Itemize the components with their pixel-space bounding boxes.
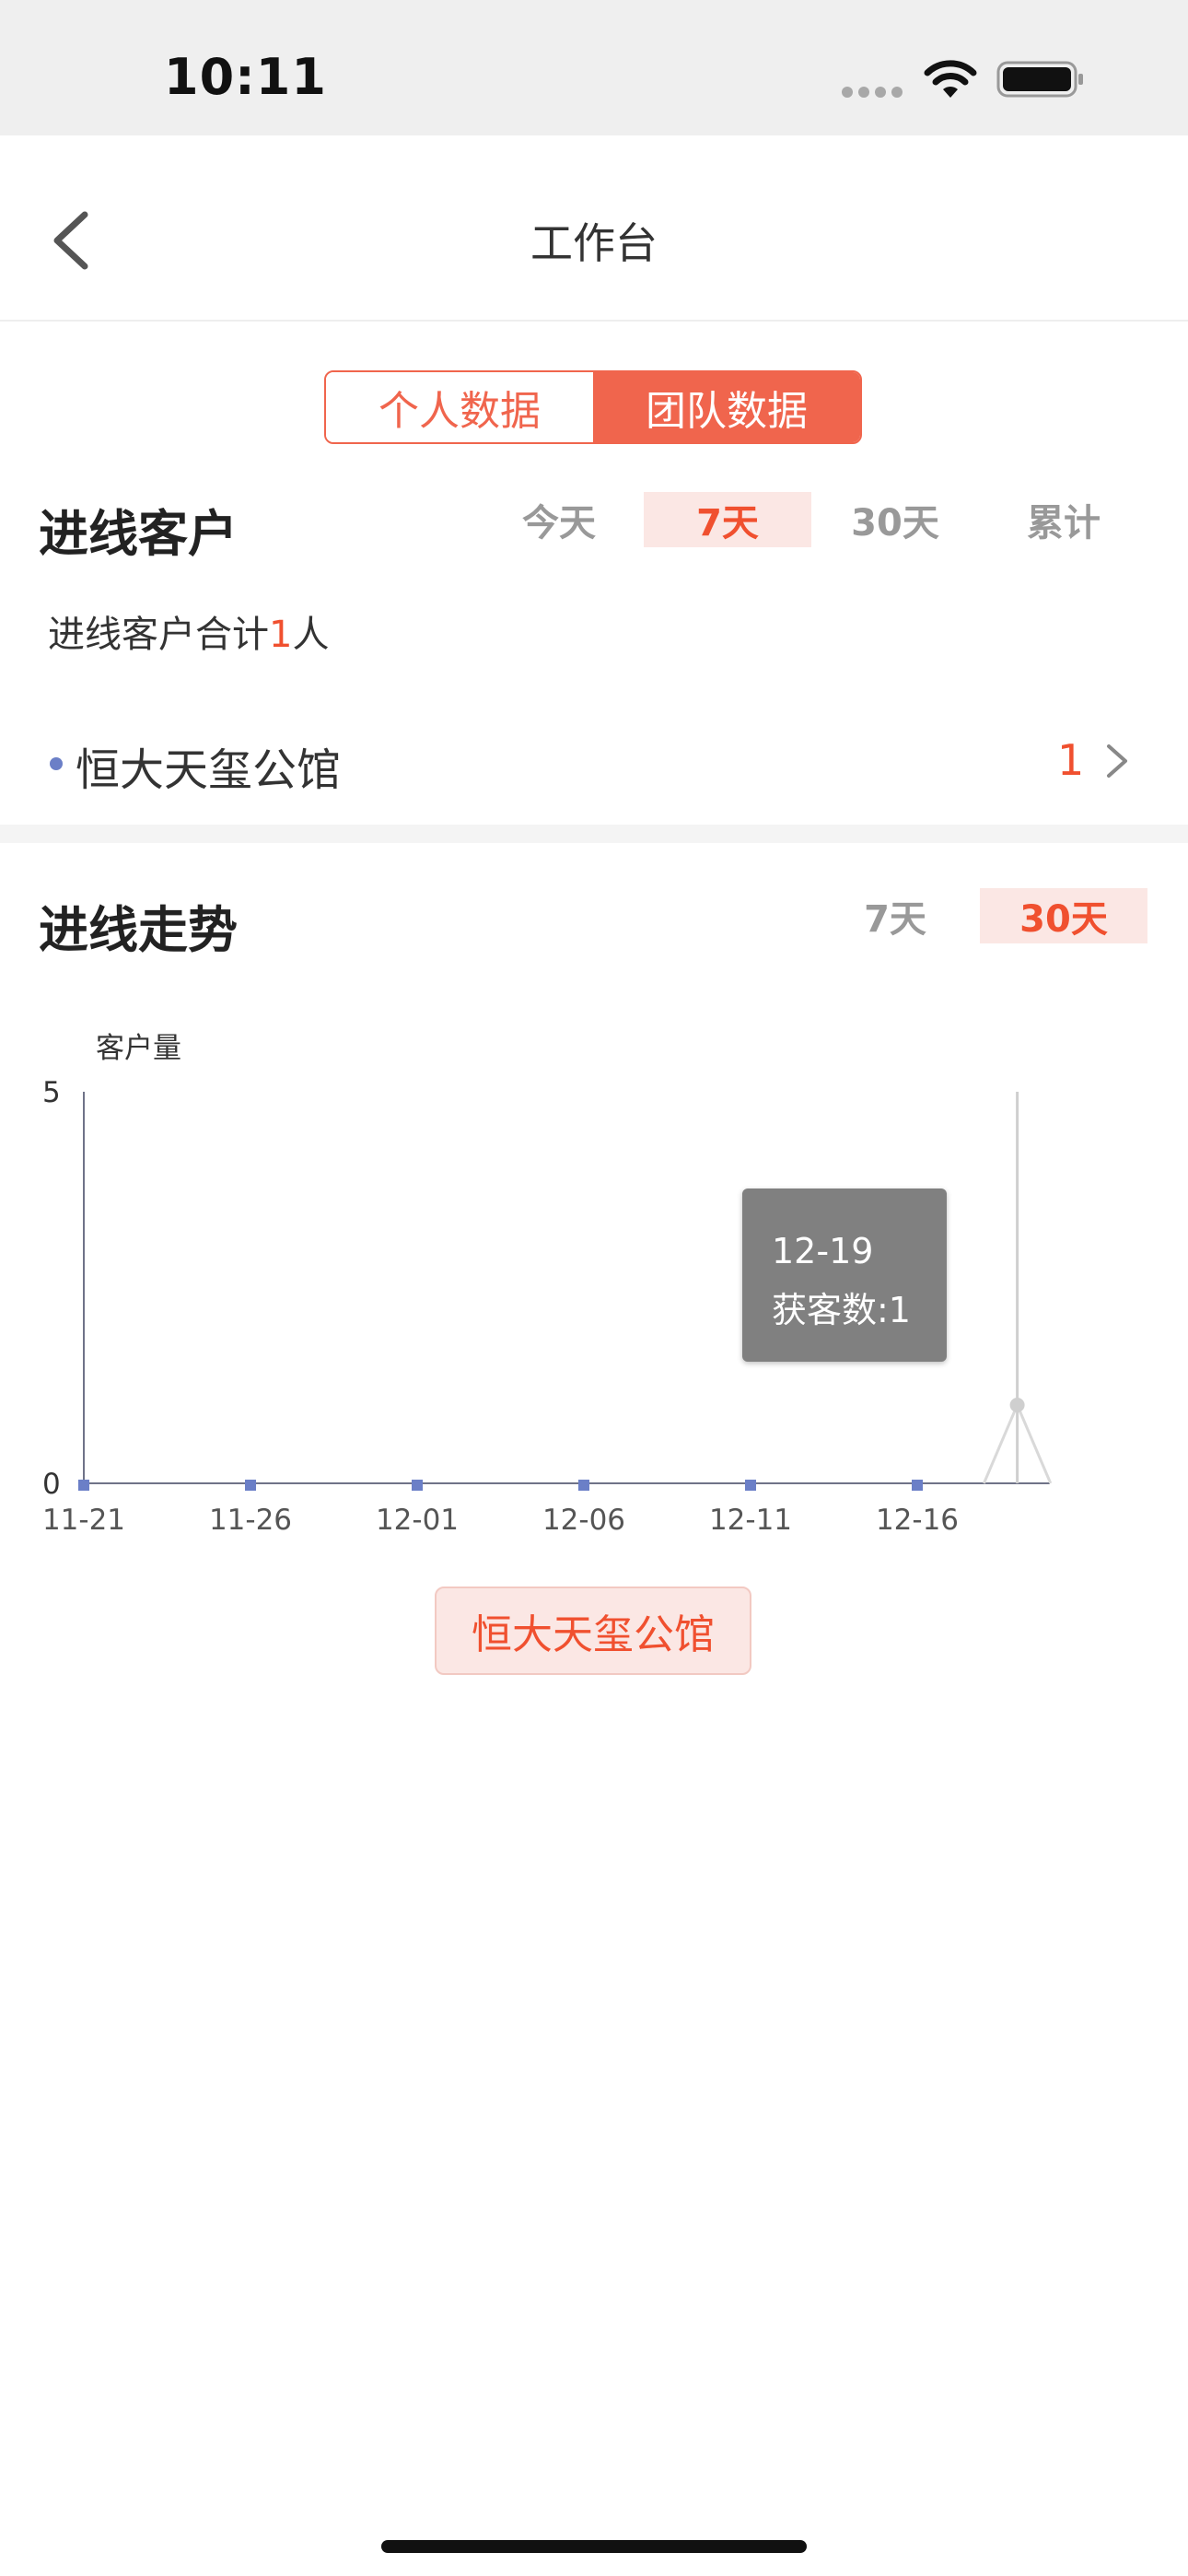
inbound-total-prefix: 进线客户合计 (48, 614, 269, 656)
tooltip-date: 12-19 (772, 1231, 874, 1271)
section-divider (0, 825, 1188, 843)
page-title: 工作台 (530, 218, 658, 268)
tab-personal-data[interactable]: 个人数据 (326, 372, 593, 442)
wifi-icon (924, 60, 977, 98)
range-tab-30days[interactable]: 30天 (811, 492, 979, 547)
x-tick-marker (578, 1480, 589, 1491)
trend-line-chart: 客户量 0 5 11-21 11-26 12-01 12-06 12-11 12-16 (42, 1032, 1053, 1537)
y-tick-label: 0 (42, 1468, 61, 1501)
data-scope-segment: 个人数据 团队数据 (324, 370, 862, 444)
project-name: 恒大天玺公馆 (76, 744, 342, 796)
tab-team-data[interactable]: 团队数据 (593, 372, 860, 442)
chart-tooltip: 12-19 获客数:1 (742, 1188, 947, 1362)
inbound-total-count: 1 (269, 614, 293, 656)
x-tick-label: 12-11 (709, 1504, 792, 1537)
x-tick-label: 12-16 (876, 1504, 959, 1537)
x-tick-label: 11-21 (42, 1504, 125, 1537)
legend-series-button[interactable]: 恒大天玺公馆 (435, 1587, 751, 1675)
x-tick-label: 12-01 (376, 1504, 459, 1537)
inbound-customers-title: 进线客户 (39, 505, 238, 563)
y-tick-label: 5 (42, 1076, 61, 1109)
trend-title: 进线走势 (39, 901, 238, 959)
trend-tab-7days[interactable]: 7天 (811, 888, 979, 943)
chevron-right-icon (1107, 744, 1127, 778)
x-tick-marker (745, 1480, 756, 1491)
x-tick-marker (412, 1480, 423, 1491)
x-tick-marker (912, 1480, 923, 1491)
project-bullet-dot (50, 757, 63, 770)
range-tab-today[interactable]: 今天 (475, 492, 643, 547)
inbound-total-suffix: 人 (292, 614, 330, 656)
battery-icon (996, 61, 1083, 98)
trend-tab-30days[interactable]: 30天 (980, 888, 1147, 943)
x-tick-marker (245, 1480, 256, 1491)
y-axis-label: 客户量 (96, 1032, 181, 1065)
home-indicator (381, 2540, 807, 2553)
x-tick-label: 12-06 (542, 1504, 625, 1537)
tooltip-value: 获客数:1 (772, 1290, 911, 1330)
cellular-signal-icon (842, 87, 906, 100)
highlight-point (1009, 1398, 1025, 1412)
range-tab-7days[interactable]: 7天 (644, 492, 811, 547)
x-tick-label: 11-26 (209, 1504, 292, 1537)
project-count: 1 (1057, 735, 1085, 785)
inbound-total: 进线客户合计1人 (48, 604, 329, 658)
x-tick-marker (78, 1480, 89, 1491)
range-tab-cumulative[interactable]: 累计 (980, 492, 1147, 547)
status-time: 10:11 (164, 48, 327, 106)
